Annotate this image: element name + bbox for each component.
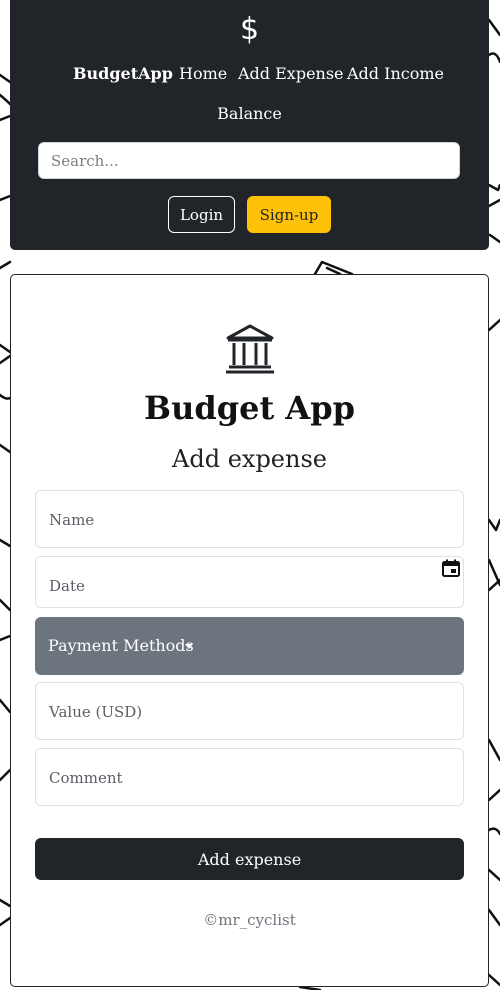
signup-button[interactable]: Sign-up <box>247 196 331 233</box>
nav-add-expense-link[interactable]: Add Expense <box>238 64 344 83</box>
top-navbar: $ BudgetApp Home Add Expense Add Income … <box>10 0 489 250</box>
calendar-icon[interactable] <box>441 558 461 578</box>
search-input[interactable] <box>38 142 460 179</box>
dollar-icon: $ <box>239 12 260 47</box>
brand-name-link[interactable]: BudgetApp <box>73 64 173 83</box>
payment-methods-label: Payment Methods <box>48 636 194 655</box>
nav-home-link[interactable]: Home <box>179 64 227 83</box>
login-button[interactable]: Login <box>168 196 235 233</box>
comment-field[interactable]: Comment <box>35 748 464 806</box>
nav-balance-link[interactable]: Balance <box>10 104 489 123</box>
name-placeholder: Name <box>49 511 95 529</box>
page-title: Budget App <box>144 389 355 427</box>
value-field[interactable]: Value (USD) <box>35 682 464 740</box>
date-placeholder: Date <box>49 577 85 595</box>
bank-icon <box>226 324 274 374</box>
footer-credit: ©mr_cyclist <box>203 911 296 929</box>
caret-down-icon <box>185 644 193 649</box>
add-expense-card: Budget App Add expense Name Date Payment… <box>10 274 489 987</box>
page-subtitle: Add expense <box>172 445 327 473</box>
date-field[interactable]: Date <box>35 556 464 608</box>
payment-methods-dropdown[interactable]: Payment Methods <box>35 617 464 675</box>
name-field[interactable]: Name <box>35 490 464 548</box>
nav-links: BudgetApp Home Add Expense Add Income <box>10 64 489 86</box>
add-expense-button[interactable]: Add expense <box>35 838 464 880</box>
nav-add-income-link[interactable]: Add Income <box>347 64 444 83</box>
comment-placeholder: Comment <box>49 769 123 787</box>
value-placeholder: Value (USD) <box>49 703 143 721</box>
